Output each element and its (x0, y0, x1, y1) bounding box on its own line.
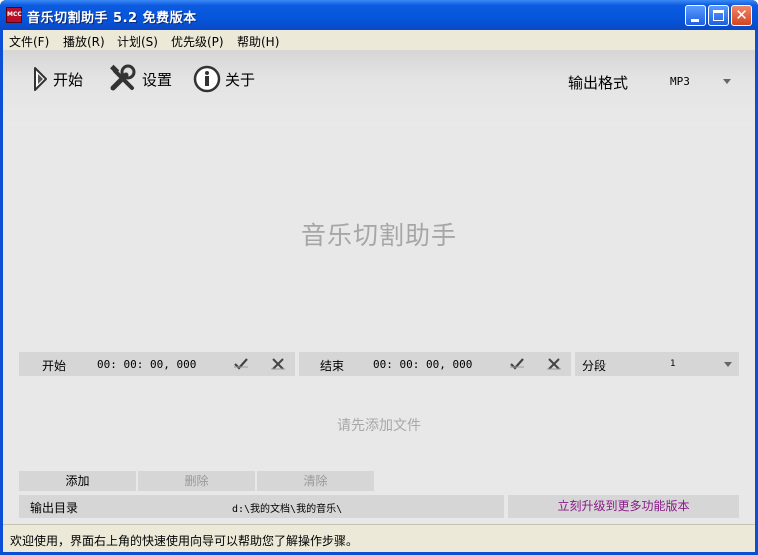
play-icon (34, 67, 47, 91)
clear-time-icon[interactable] (270, 356, 286, 372)
chevron-down-icon[interactable] (723, 79, 731, 84)
client-area: 文件(F) 播放(R) 计划(S) 优先级(P) 帮助(H) 开始 设置 关于 … (3, 30, 755, 552)
segment-label: 分段 (582, 359, 607, 373)
end-time-label: 结束 (320, 359, 345, 373)
start-label: 开始 (53, 70, 84, 89)
output-format-select[interactable]: MP3 (670, 75, 690, 88)
settings-label: 设置 (142, 70, 173, 89)
title-bar[interactable]: MCC 音乐切割助手 5.2 免费版本 ✕ (0, 0, 758, 30)
output-dir-path[interactable]: d:\我的文档\我的音乐\ (232, 500, 342, 515)
empty-hint: 请先添加文件 (337, 418, 421, 434)
menu-play[interactable]: 播放(R) (63, 33, 105, 50)
close-icon: ✕ (735, 6, 748, 24)
start-button[interactable]: 开始 (31, 64, 83, 94)
info-icon (193, 65, 221, 93)
start-time-input[interactable]: 00: 00: 00, 000 (97, 358, 196, 371)
clear-time-icon[interactable] (546, 356, 562, 372)
segment-bar: 分段 1 (575, 352, 739, 376)
clear-button[interactable]: 清除 (257, 471, 374, 491)
output-format-label: 输出格式 (568, 74, 629, 92)
minimize-button[interactable] (685, 5, 706, 26)
chevron-down-icon[interactable] (724, 362, 732, 367)
window-frame-left (0, 30, 3, 555)
about-label: 关于 (225, 70, 256, 89)
toolbar: 开始 设置 关于 输出格式 MP3 (3, 50, 755, 126)
maximize-button[interactable] (708, 5, 729, 26)
status-bar: 欢迎使用，界面右上角的快速使用向导可以帮助您了解操作步骤。 (3, 524, 755, 552)
app-logo-icon[interactable]: MCC (6, 7, 22, 23)
check-icon[interactable] (509, 356, 525, 372)
check-icon[interactable] (233, 356, 249, 372)
about-button[interactable]: 关于 (193, 64, 255, 94)
app-watermark: 音乐切割助手 (300, 221, 457, 250)
status-text: 欢迎使用，界面右上角的快速使用向导可以帮助您了解操作步骤。 (10, 534, 359, 548)
window-title: 音乐切割助手 5.2 免费版本 (27, 11, 197, 26)
menu-schedule[interactable]: 计划(S) (117, 33, 158, 50)
settings-button[interactable]: 设置 (108, 64, 172, 94)
menu-priority[interactable]: 优先级(P) (171, 33, 224, 50)
segment-select[interactable]: 1 (670, 359, 675, 369)
delete-button[interactable]: 删除 (138, 471, 255, 491)
upgrade-button[interactable]: 立刻升级到更多功能版本 (508, 495, 739, 518)
output-dir-label: 输出目录 (30, 501, 79, 515)
maximize-icon (713, 10, 724, 21)
menu-file[interactable]: 文件(F) (9, 33, 49, 50)
add-file-button[interactable]: 添加 (19, 471, 136, 491)
app-window: MCC 音乐切割助手 5.2 免费版本 ✕ 文件(F) 播放(R) 计划(S) … (0, 0, 758, 555)
menu-bar: 文件(F) 播放(R) 计划(S) 优先级(P) 帮助(H) (3, 30, 755, 50)
menu-help[interactable]: 帮助(H) (237, 33, 279, 50)
end-time-bar: 结束 00: 00: 00, 000 (299, 352, 571, 376)
minimize-icon (691, 19, 699, 22)
end-time-input[interactable]: 00: 00: 00, 000 (373, 358, 472, 371)
start-time-bar: 开始 00: 00: 00, 000 (19, 352, 295, 376)
close-button[interactable]: ✕ (731, 5, 752, 26)
start-time-label: 开始 (42, 359, 67, 373)
tools-icon (110, 64, 136, 91)
output-dir-bar[interactable]: 输出目录 d:\我的文档\我的音乐\ (19, 495, 504, 518)
